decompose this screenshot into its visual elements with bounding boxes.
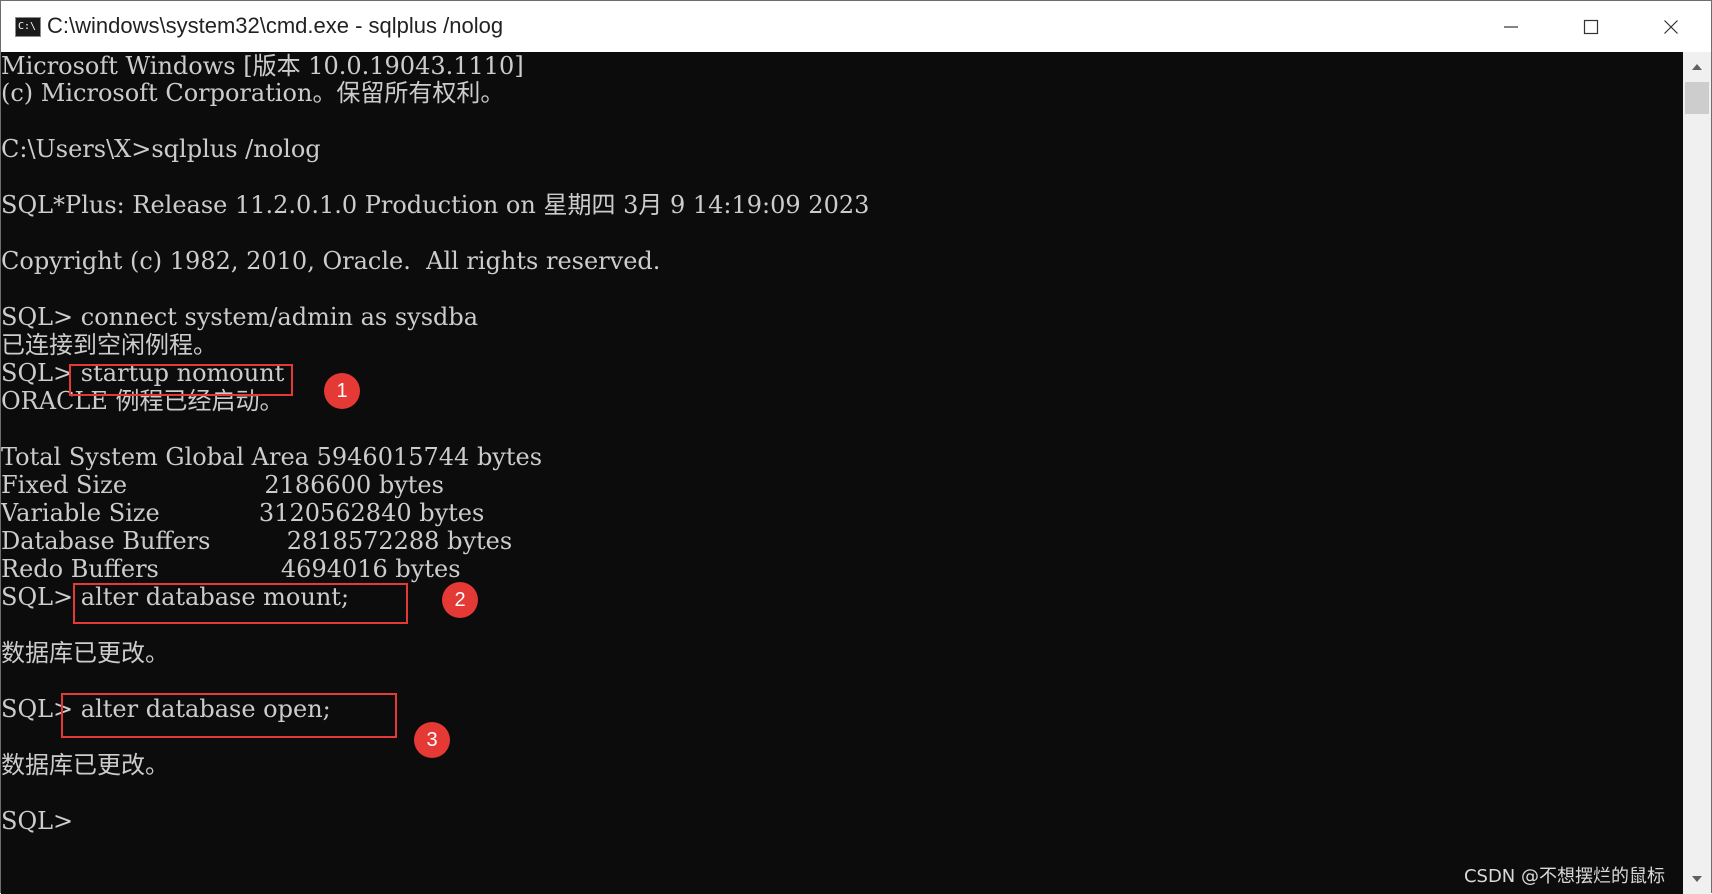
terminal-output[interactable]: Microsoft Windows [版本 10.0.19043.1110] (…: [1, 52, 1683, 894]
minimize-button[interactable]: [1471, 1, 1551, 52]
terminal-line: Microsoft Windows [版本 10.0.19043.1110]: [1, 52, 524, 80]
step-marker: 2: [442, 582, 478, 618]
highlight-box: [61, 693, 397, 738]
minimize-icon: [1504, 25, 1518, 28]
terminal-line: C:\Users\X>sqlplus /nolog: [1, 135, 321, 163]
terminal-line: Database Buffers 2818572288 bytes: [1, 527, 513, 555]
step-marker: 1: [324, 373, 360, 409]
scroll-up-button[interactable]: [1683, 56, 1711, 78]
scroll-thumb[interactable]: [1685, 82, 1709, 114]
vertical-scrollbar[interactable]: [1683, 52, 1711, 894]
title-bar[interactable]: C:\ C:\windows\system32\cmd.exe - sqlplu…: [1, 1, 1711, 52]
highlight-box: [73, 583, 408, 624]
terminal-line: 数据库已更改。: [1, 751, 169, 779]
step-marker: 3: [414, 722, 450, 758]
terminal-line: SQL> connect system/admin as sysdba: [1, 303, 479, 331]
terminal-line: Redo Buffers 4694016 bytes: [1, 555, 461, 583]
maximize-button[interactable]: [1551, 1, 1631, 52]
cmd-window: C:\ C:\windows\system32\cmd.exe - sqlplu…: [0, 0, 1712, 894]
close-icon: [1664, 19, 1678, 34]
watermark: CSDN @不想摆烂的鼠标: [1463, 866, 1665, 887]
close-button[interactable]: [1631, 1, 1711, 52]
terminal-line: Copyright (c) 1982, 2010, Oracle. All ri…: [1, 247, 661, 275]
terminal-line: 已连接到空闲例程。: [1, 331, 217, 359]
terminal-line: 数据库已更改。: [1, 639, 169, 667]
terminal-line: SQL*Plus: Release 11.2.0.1.0 Production …: [1, 191, 870, 219]
chevron-down-icon: [1692, 876, 1702, 882]
terminal-line: Variable Size 3120562840 bytes: [1, 499, 485, 527]
terminal-line: (c) Microsoft Corporation。保留所有权利。: [1, 79, 505, 107]
window-title: C:\windows\system32\cmd.exe - sqlplus /n…: [47, 13, 504, 38]
maximize-icon: [1583, 19, 1599, 34]
terminal-line: SQL>: [1, 807, 74, 835]
cmd-icon: C:\: [15, 17, 41, 37]
terminal-line: Total System Global Area 5946015744 byte…: [1, 443, 543, 471]
chevron-up-icon: [1692, 64, 1702, 70]
terminal-line: Fixed Size 2186600 bytes: [1, 471, 444, 499]
highlight-box: [69, 364, 293, 396]
scroll-down-button[interactable]: [1683, 868, 1711, 890]
